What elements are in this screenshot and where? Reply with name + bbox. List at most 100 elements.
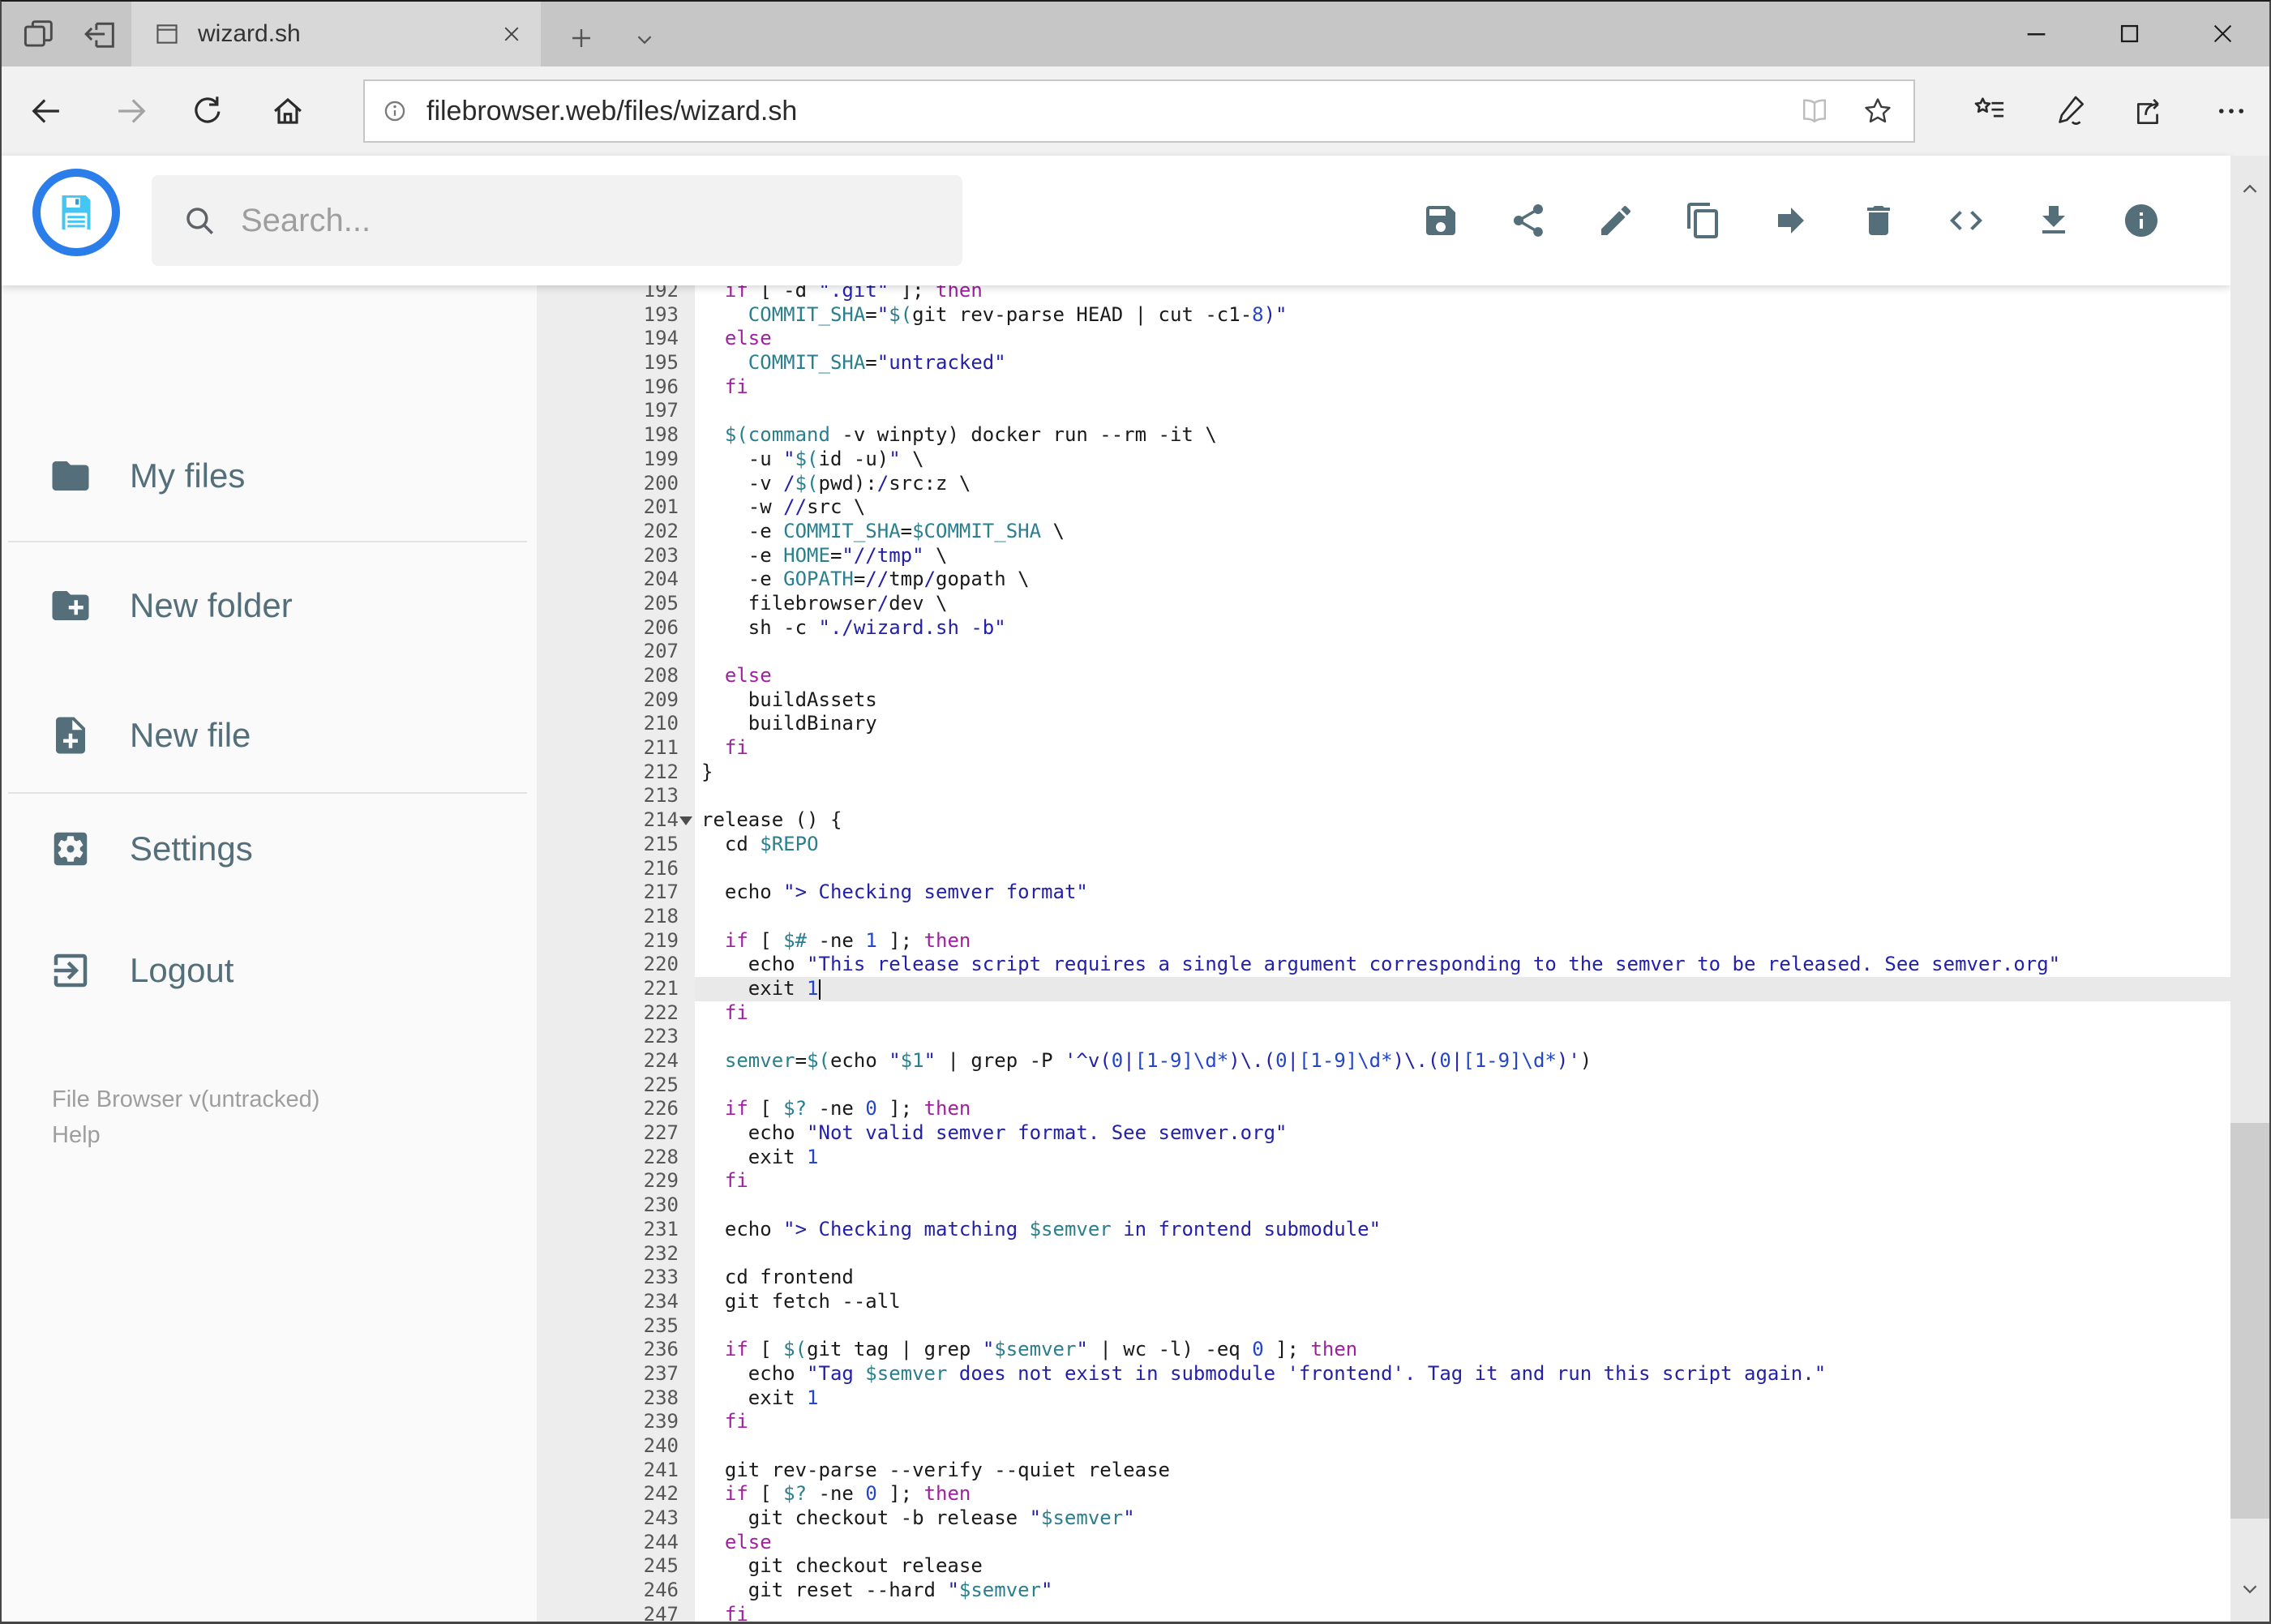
search-box[interactable] bbox=[152, 175, 962, 266]
reading-view-icon[interactable] bbox=[1798, 95, 1831, 127]
code-line[interactable]: 230 bbox=[537, 1193, 2230, 1218]
filebrowser-logo-icon[interactable] bbox=[32, 169, 120, 256]
sidebar-item-my-files[interactable]: My files bbox=[2, 431, 529, 521]
code-line[interactable]: 219 if [ $# -ne 1 ]; then bbox=[537, 928, 2230, 953]
page-scrollbar[interactable] bbox=[2230, 156, 2269, 1622]
scroll-up-icon[interactable] bbox=[2230, 170, 2269, 209]
code-line[interactable]: 236 if [ $(git tag | grep "$semver" | wc… bbox=[537, 1338, 2230, 1362]
code-line[interactable]: 231 echo "> Checking matching $semver in… bbox=[537, 1217, 2230, 1242]
more-options-icon[interactable] bbox=[2213, 93, 2249, 129]
code-button[interactable] bbox=[1947, 201, 1986, 240]
sidebar-item-logout[interactable]: Logout bbox=[2, 926, 529, 1015]
code-line[interactable]: 232 bbox=[537, 1241, 2230, 1266]
code-line[interactable]: 215 cd $REPO bbox=[537, 832, 2230, 857]
code-line[interactable]: 206 sh -c "./wizard.sh -b" bbox=[537, 615, 2230, 641]
code-line[interactable]: 193 COMMIT_SHA="$(git rev-parse HEAD | c… bbox=[537, 302, 2230, 328]
code-line[interactable]: 199 -u "$(id -u)" \ bbox=[537, 447, 2230, 472]
web-note-pen-icon[interactable] bbox=[2053, 93, 2089, 129]
code-line[interactable]: 197 bbox=[537, 399, 2230, 424]
tab-preview-icon[interactable] bbox=[20, 15, 58, 53]
browser-tab[interactable]: wizard.sh bbox=[131, 2, 541, 66]
tab-list-chevron-icon[interactable] bbox=[626, 21, 663, 58]
share-button[interactable] bbox=[1509, 201, 1548, 240]
code-line[interactable]: 226 if [ $? -ne 0 ]; then bbox=[537, 1097, 2230, 1122]
code-line[interactable]: 211 fi bbox=[537, 736, 2230, 761]
code-line[interactable]: 220 echo "This release script requires a… bbox=[537, 953, 2230, 977]
code-line[interactable]: 239 fi bbox=[537, 1410, 2230, 1434]
sidebar-item-new-file[interactable]: New file bbox=[2, 691, 529, 780]
code-line[interactable]: 221 exit 1 bbox=[537, 976, 2230, 1001]
code-line[interactable]: 216 bbox=[537, 856, 2230, 881]
share-icon[interactable] bbox=[2132, 93, 2168, 129]
code-line[interactable]: 222 fi bbox=[537, 1001, 2230, 1026]
url-text[interactable]: filebrowser.web/files/wizard.sh bbox=[426, 96, 1768, 127]
code-line[interactable]: 195 COMMIT_SHA="untracked" bbox=[537, 351, 2230, 375]
code-line[interactable]: 201 -w //src \ bbox=[537, 495, 2230, 520]
search-input[interactable] bbox=[239, 201, 962, 240]
code-line[interactable]: 212} bbox=[537, 760, 2230, 785]
code-line[interactable]: 210 buildBinary bbox=[537, 712, 2230, 737]
help-link[interactable]: Help bbox=[52, 1117, 319, 1153]
edit-button[interactable] bbox=[1596, 201, 1635, 240]
code-line[interactable]: 213 bbox=[537, 784, 2230, 809]
code-line[interactable]: 225 bbox=[537, 1073, 2230, 1098]
scrollbar-thumb[interactable] bbox=[2230, 1123, 2269, 1519]
code-line[interactable]: 202 -e COMMIT_SHA=$COMMIT_SHA \ bbox=[537, 519, 2230, 544]
code-line[interactable]: 198 $(command -v winpty) docker run --rm… bbox=[537, 423, 2230, 448]
scroll-down-icon[interactable] bbox=[2230, 1570, 2269, 1609]
forward-icon[interactable] bbox=[114, 93, 149, 129]
info-button[interactable] bbox=[2122, 201, 2161, 240]
new-tab-button[interactable] bbox=[563, 19, 600, 57]
tab-close-icon[interactable] bbox=[500, 23, 523, 45]
code-line[interactable]: 233 cd frontend bbox=[537, 1266, 2230, 1290]
favorite-star-icon[interactable] bbox=[1862, 95, 1894, 127]
copy-button[interactable] bbox=[1684, 201, 1723, 240]
set-tabs-aside-icon[interactable] bbox=[82, 15, 119, 53]
code-line[interactable]: 228 exit 1 bbox=[537, 1145, 2230, 1170]
code-line[interactable]: 200 -v /$(pwd):/src:z \ bbox=[537, 471, 2230, 496]
code-line[interactable]: 241 git rev-parse --verify --quiet relea… bbox=[537, 1458, 2230, 1483]
home-icon[interactable] bbox=[270, 93, 306, 129]
code-line[interactable]: 247 fi bbox=[537, 1602, 2230, 1622]
hub-favorites-icon[interactable] bbox=[1972, 93, 2007, 129]
code-line[interactable]: 245 git checkout release bbox=[537, 1554, 2230, 1579]
code-line[interactable]: 205 filebrowser/dev \ bbox=[537, 591, 2230, 616]
code-line[interactable]: 223 bbox=[537, 1025, 2230, 1049]
code-line[interactable]: 234 git fetch --all bbox=[537, 1289, 2230, 1314]
delete-button[interactable] bbox=[1859, 201, 1898, 240]
code-line[interactable]: 214 release () { bbox=[537, 808, 2230, 833]
minimize-button[interactable] bbox=[1990, 2, 2083, 66]
maximize-button[interactable] bbox=[2083, 2, 2176, 66]
code-line[interactable]: 209 buildAssets bbox=[537, 688, 2230, 713]
code-line[interactable]: 204 -e GOPATH=//tmp/gopath \ bbox=[537, 568, 2230, 592]
code-line[interactable]: 203 -e HOME="//tmp" \ bbox=[537, 543, 2230, 568]
code-line[interactable]: 208 else bbox=[537, 664, 2230, 688]
code-line[interactable]: 246 git reset --hard "$semver" bbox=[537, 1579, 2230, 1603]
move-button[interactable] bbox=[1772, 201, 1810, 240]
refresh-icon[interactable] bbox=[189, 93, 225, 129]
code-line[interactable]: 227 echo "Not valid semver format. See s… bbox=[537, 1121, 2230, 1146]
address-bar[interactable]: filebrowser.web/files/wizard.sh bbox=[363, 79, 1915, 143]
site-info-icon[interactable] bbox=[379, 96, 410, 126]
code-line[interactable]: 229 fi bbox=[537, 1169, 2230, 1194]
code-line[interactable]: 242 if [ $? -ne 0 ]; then bbox=[537, 1482, 2230, 1507]
code-line[interactable]: 237 echo "Tag $semver does not exist in … bbox=[537, 1361, 2230, 1386]
close-button[interactable] bbox=[2176, 2, 2269, 66]
save-button[interactable] bbox=[1421, 201, 1460, 240]
code-line[interactable]: 235 bbox=[537, 1313, 2230, 1339]
code-line[interactable]: 238 exit 1 bbox=[537, 1386, 2230, 1411]
sidebar-item-new-folder[interactable]: New folder bbox=[2, 561, 529, 650]
code-line[interactable]: 194 else bbox=[537, 327, 2230, 352]
code-line[interactable]: 243 git checkout -b release "$semver" bbox=[537, 1506, 2230, 1531]
code-line[interactable]: 196 fi bbox=[537, 375, 2230, 400]
code-line[interactable]: 240 bbox=[537, 1434, 2230, 1459]
code-line[interactable]: 218 bbox=[537, 904, 2230, 929]
fold-marker-icon[interactable] bbox=[679, 816, 692, 826]
download-button[interactable] bbox=[2034, 201, 2073, 240]
code-editor[interactable]: 192 if [ -d ".git" ]; then 193 COMMIT_SHA… bbox=[537, 279, 2230, 1622]
code-line[interactable]: 217 echo "> Checking semver format" bbox=[537, 881, 2230, 905]
code-line[interactable]: 224 semver=$(echo "$1" | grep -P '^v(0|[… bbox=[537, 1049, 2230, 1073]
code-line[interactable]: 207 bbox=[537, 640, 2230, 664]
sidebar-item-settings[interactable]: Settings bbox=[2, 804, 529, 893]
back-icon[interactable] bbox=[28, 93, 64, 129]
